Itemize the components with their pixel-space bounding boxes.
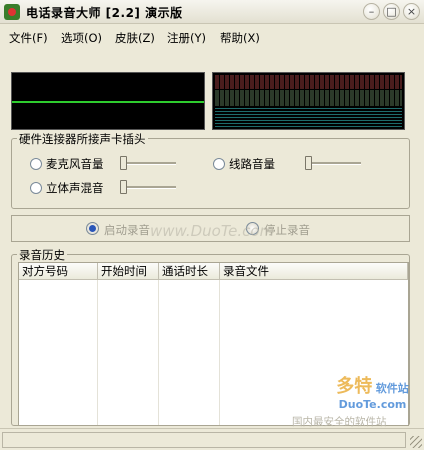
start-record-label[interactable]: 启动录音 — [104, 222, 150, 238]
minimize-button[interactable]: – — [363, 3, 380, 20]
line-volume-radio[interactable] — [213, 158, 225, 170]
close-button[interactable]: × — [403, 3, 420, 20]
window-title: 电话录音大师 [2.2] 演示版 — [26, 6, 183, 20]
hardware-group — [11, 138, 410, 209]
slider-thumb[interactable] — [120, 156, 127, 170]
slider-thumb[interactable] — [120, 180, 127, 194]
status-bar — [0, 428, 424, 450]
waveform-display — [11, 72, 205, 130]
line-volume-slider[interactable] — [305, 156, 361, 170]
column-header-duration[interactable]: 通话时长 — [159, 263, 220, 280]
watermark-footer: 国内最安全的软件站 — [292, 416, 387, 428]
menu-register[interactable]: 注册(Y) — [167, 30, 206, 46]
stereo-mix-radio[interactable] — [30, 182, 42, 194]
spectrum-display — [212, 72, 405, 130]
start-record-radio[interactable] — [86, 222, 99, 235]
mic-volume-label: 麦克风音量 — [46, 157, 104, 171]
maximize-button[interactable]: □ — [383, 3, 400, 20]
menu-skin[interactable]: 皮肤(Z) — [115, 30, 155, 46]
hardware-group-label: 硬件连接器所接声卡插头 — [17, 131, 148, 147]
mic-volume-radio[interactable] — [30, 158, 42, 170]
status-panel — [2, 432, 406, 448]
column-header-phone[interactable]: 对方号码 — [19, 263, 98, 280]
watermark-center: www.DuoTe.com — [150, 222, 275, 240]
line-volume-label: 线路音量 — [229, 157, 275, 171]
stereo-mix-slider[interactable] — [120, 180, 176, 194]
waveform-line — [12, 101, 204, 103]
app-icon — [4, 4, 20, 20]
history-group-label: 录音历史 — [17, 247, 67, 263]
column-header-start-time[interactable]: 开始时间 — [98, 263, 159, 280]
menu-help[interactable]: 帮助(X) — [220, 30, 260, 46]
menu-bar: 文件(F) 选项(O) 皮肤(Z) 注册(Y) 帮助(X) — [0, 27, 424, 47]
resize-grip-icon[interactable] — [410, 436, 422, 448]
column-header-file[interactable]: 录音文件 — [220, 263, 408, 280]
mic-volume-slider[interactable] — [120, 156, 176, 170]
watermark-brand: 多特 软件站 DuoTe.com — [336, 376, 409, 411]
menu-options[interactable]: 选项(O) — [61, 30, 102, 46]
menu-file[interactable]: 文件(F) — [9, 30, 48, 46]
slider-thumb[interactable] — [305, 156, 312, 170]
title-bar: 电话录音大师 [2.2] 演示版 – □ × — [0, 0, 424, 24]
stereo-mix-label: 立体声混音 — [46, 181, 104, 195]
